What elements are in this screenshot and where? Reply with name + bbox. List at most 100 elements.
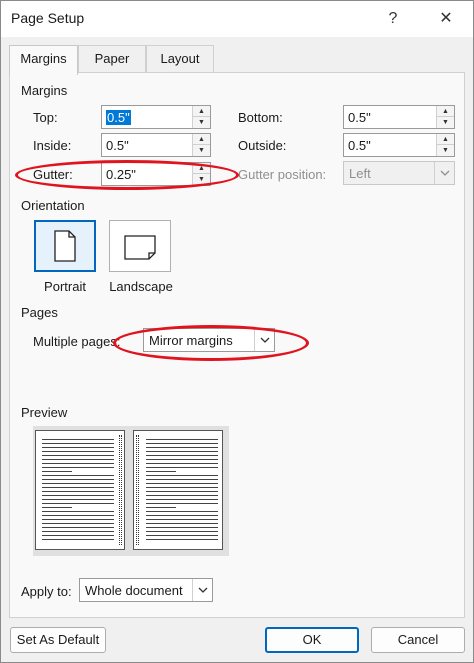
preview-gutter-mark <box>119 435 122 545</box>
inside-label: Inside: <box>33 138 72 153</box>
preview-text-line <box>42 495 114 496</box>
preview-text-line <box>42 471 72 472</box>
landscape-label: Landscape <box>109 279 173 294</box>
multiple-pages-select[interactable]: Mirror margins <box>143 328 275 352</box>
spin-down-icon[interactable]: ▼ <box>193 145 210 156</box>
preview-text-line <box>146 491 218 492</box>
tab-paper[interactable]: Paper <box>78 45 146 73</box>
gutter-position-select: Left <box>343 161 455 185</box>
close-button[interactable]: ✕ <box>432 5 460 33</box>
portrait-page-icon <box>54 230 76 262</box>
preview-text-line <box>42 443 114 444</box>
spin-up-icon[interactable]: ▲ <box>437 106 454 117</box>
preview-text-line <box>42 507 72 508</box>
preview-text-line <box>42 447 114 448</box>
preview-text-line <box>42 491 114 492</box>
preview-text-line <box>42 463 114 464</box>
pages-section-label: Pages <box>21 305 58 320</box>
preview-text-line <box>42 511 114 512</box>
spin-down-icon[interactable]: ▼ <box>437 145 454 156</box>
spin-up-icon[interactable]: ▲ <box>437 134 454 145</box>
multiple-pages-label: Multiple pages: <box>33 334 121 349</box>
top-label: Top: <box>33 110 58 125</box>
window-title: Page Setup <box>11 10 85 26</box>
tab-layout[interactable]: Layout <box>146 45 214 73</box>
top-margin-value: 0.5" <box>106 110 131 125</box>
close-icon: ✕ <box>439 10 453 27</box>
preview-text-line <box>42 503 114 504</box>
spin-up-icon[interactable]: ▲ <box>193 163 210 174</box>
preview-text-line <box>146 519 218 520</box>
preview-text-line <box>42 515 114 516</box>
spin-down-icon[interactable]: ▼ <box>193 117 210 128</box>
preview-text-line <box>146 499 218 500</box>
preview-text-line <box>146 507 176 508</box>
preview-text-line <box>146 515 218 516</box>
inside-margin-spinner[interactable]: 0.5" ▲ ▼ <box>101 133 211 157</box>
outside-margin-value: 0.5" <box>348 138 371 153</box>
bottom-margin-value: 0.5" <box>348 110 371 125</box>
preview-text-line <box>42 483 114 484</box>
multiple-pages-value: Mirror margins <box>149 333 233 348</box>
page-setup-dialog: Page Setup ? ✕ Margins Paper Layout Marg… <box>0 0 474 663</box>
gutter-value: 0.25" <box>106 167 136 182</box>
spin-up-icon[interactable]: ▲ <box>193 134 210 145</box>
preview-text-line <box>42 519 114 520</box>
landscape-button[interactable] <box>109 220 171 272</box>
gutter-label: Gutter: <box>33 167 73 182</box>
preview-text-line <box>42 499 114 500</box>
help-button[interactable]: ? <box>379 5 407 33</box>
preview-text-line <box>42 479 114 480</box>
preview-text-line <box>146 447 218 448</box>
preview-text-line <box>42 523 114 524</box>
preview-text-line <box>42 439 114 440</box>
preview-text-line <box>146 439 218 440</box>
preview-text-line <box>42 459 114 460</box>
spin-down-icon[interactable]: ▼ <box>193 174 210 185</box>
preview-text-line <box>42 531 114 532</box>
preview-text-line <box>146 467 218 468</box>
preview-text-line <box>146 487 218 488</box>
preview-area <box>33 426 229 556</box>
preview-left-page <box>35 430 125 550</box>
preview-section-label: Preview <box>21 405 68 420</box>
cancel-button[interactable]: Cancel <box>371 627 465 653</box>
apply-to-select[interactable]: Whole document <box>79 578 213 602</box>
preview-text-line <box>42 451 114 452</box>
title-bar: Page Setup ? ✕ <box>1 1 473 37</box>
preview-text-line <box>146 539 218 540</box>
ok-button[interactable]: OK <box>265 627 359 653</box>
preview-text-line <box>146 471 176 472</box>
chevron-down-icon <box>434 162 454 184</box>
apply-to-label: Apply to: <box>21 584 72 599</box>
inside-margin-value: 0.5" <box>106 138 129 153</box>
top-margin-spinner[interactable]: 0.5" ▲ ▼ <box>101 105 211 129</box>
outside-margin-spinner[interactable]: 0.5" ▲ ▼ <box>343 133 455 157</box>
landscape-page-icon <box>124 235 156 260</box>
gutter-spinner[interactable]: 0.25" ▲ ▼ <box>101 162 211 186</box>
bottom-margin-spinner[interactable]: 0.5" ▲ ▼ <box>343 105 455 129</box>
preview-text-line <box>146 527 218 528</box>
preview-text-line <box>146 531 218 532</box>
portrait-label: Portrait <box>44 279 86 294</box>
preview-text-line <box>42 527 114 528</box>
chevron-down-icon[interactable] <box>192 579 212 601</box>
preview-gutter-mark <box>136 435 139 545</box>
outside-label: Outside: <box>238 138 287 153</box>
spin-up-icon[interactable]: ▲ <box>193 106 210 117</box>
set-as-default-button[interactable]: Set As Default <box>10 627 106 653</box>
preview-text-line <box>146 451 218 452</box>
preview-text-line <box>146 535 218 536</box>
preview-text-line <box>42 475 114 476</box>
preview-text-line <box>42 535 114 536</box>
preview-text-line <box>42 467 114 468</box>
chevron-down-icon[interactable] <box>254 329 274 351</box>
bottom-label: Bottom: <box>238 110 283 125</box>
preview-text-line <box>146 475 218 476</box>
gutter-position-label: Gutter position: <box>238 167 327 182</box>
tab-margins[interactable]: Margins <box>9 45 78 75</box>
margins-section-label: Margins <box>21 83 68 98</box>
portrait-button[interactable] <box>34 220 96 272</box>
spin-down-icon[interactable]: ▼ <box>437 117 454 128</box>
apply-to-value: Whole document <box>85 583 183 598</box>
